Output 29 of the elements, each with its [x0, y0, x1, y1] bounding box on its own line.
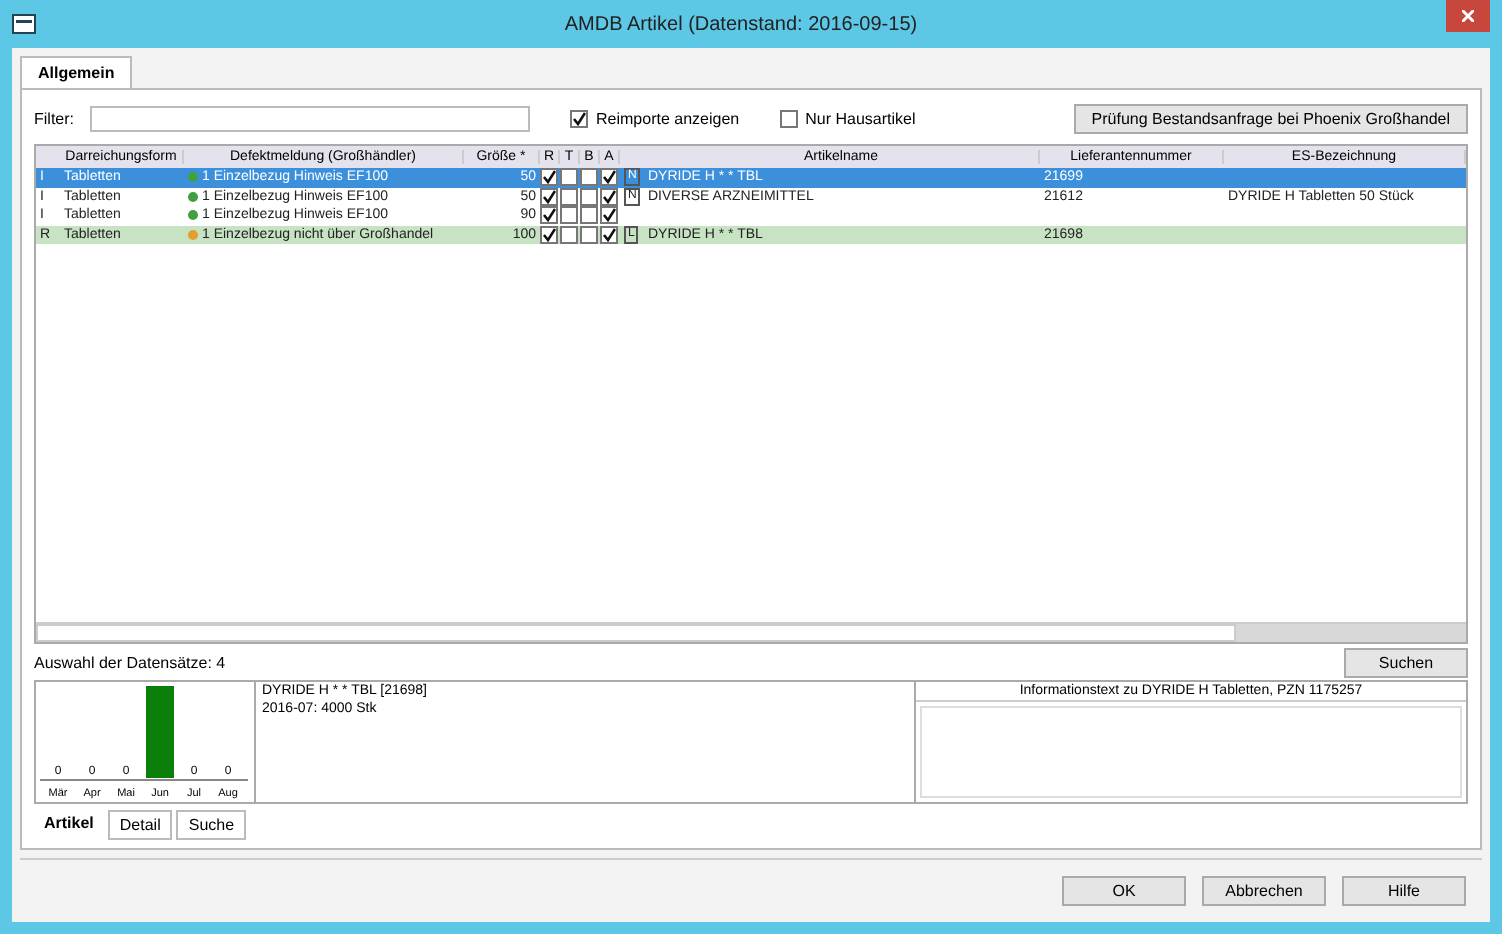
tab[interactable]: Detail	[107, 810, 173, 840]
checkbox[interactable]	[580, 206, 598, 225]
dialog-button[interactable]: OK	[1062, 876, 1186, 906]
checkbox-label: Reimporte anzeigen	[596, 109, 740, 127]
dialog-button[interactable]: Abbrechen	[1202, 876, 1326, 906]
checkbox[interactable]	[779, 109, 798, 127]
tab[interactable]: Allgemein	[20, 56, 133, 88]
checkbox[interactable]	[560, 168, 578, 187]
check-button[interactable]: Prüfung Bestandsanfrage bei Phoenix Großhandel	[1073, 103, 1468, 133]
checkbox[interactable]	[540, 206, 558, 225]
tab[interactable]: Artikel	[34, 810, 104, 840]
checkbox[interactable]	[570, 109, 588, 127]
checkbox[interactable]	[580, 168, 598, 187]
horizontal-scrollbar[interactable]	[36, 622, 1466, 642]
dialog-button[interactable]: Hilfe	[1342, 876, 1466, 906]
selection-label: Auswahl der Datensätze: 4	[34, 653, 226, 671]
window-title: AMDB Artikel (Datenstand: 2016-09-15)	[562, 13, 920, 35]
app-icon	[12, 14, 36, 34]
tab[interactable]: Suche	[176, 810, 247, 840]
checkbox[interactable]	[560, 206, 578, 225]
filter-label: Filter:	[34, 109, 74, 127]
close-icon	[1462, 10, 1474, 22]
checkbox-label: Nur Hausartikel	[805, 109, 916, 127]
search-button[interactable]: Suchen	[1344, 647, 1468, 677]
checkbox[interactable]	[600, 206, 618, 225]
close-button[interactable]	[1446, 0, 1490, 32]
filter-field[interactable]	[90, 105, 530, 131]
checkbox[interactable]	[540, 168, 558, 187]
checkbox[interactable]	[600, 168, 618, 187]
